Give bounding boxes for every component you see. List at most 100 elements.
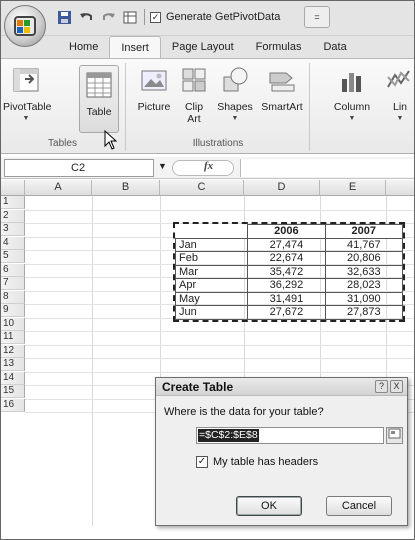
column-header-a[interactable]: A xyxy=(25,180,92,196)
clip-art-label-line1: Clip xyxy=(184,101,204,113)
row-header[interactable]: 3 xyxy=(0,223,25,236)
month-cell[interactable]: Mar xyxy=(174,264,249,279)
column-chart-icon xyxy=(331,65,373,98)
value-cell[interactable]: 27,474 xyxy=(247,237,326,252)
chevron-down-icon[interactable]: ▼ xyxy=(158,161,167,171)
redo-icon[interactable] xyxy=(100,9,117,26)
month-cell[interactable]: Jan xyxy=(174,237,249,252)
gridline xyxy=(25,358,415,359)
close-icon[interactable]: X xyxy=(390,380,403,393)
chevron-down-icon: ▼ xyxy=(348,115,356,122)
row-header[interactable]: 4 xyxy=(0,236,25,250)
ok-button[interactable]: OK xyxy=(236,496,302,516)
range-input[interactable]: =$C$2:$E$8 xyxy=(196,427,384,444)
shapes-icon xyxy=(215,65,255,98)
clip-art-button[interactable]: Clip Art xyxy=(179,65,209,125)
row-header[interactable]: 7 xyxy=(0,277,25,290)
gridline xyxy=(25,371,415,373)
headers-checkbox[interactable]: ✓ xyxy=(196,456,208,468)
value-cell[interactable]: 27,873 xyxy=(324,305,404,320)
column-header-b[interactable]: B xyxy=(92,180,160,196)
tab-home[interactable]: Home xyxy=(58,36,109,58)
data-range[interactable]: 2006 2007 Jan 27,474 41,767 Feb 22,674 20,806 Ma… xyxy=(173,222,405,322)
value-cell[interactable]: 41,767 xyxy=(324,237,404,252)
value-cell[interactable]: 31,491 xyxy=(247,291,326,306)
row-header[interactable]: 8 xyxy=(0,290,25,304)
value-cell[interactable]: 20,806 xyxy=(324,251,404,266)
dialog-title: Create Table xyxy=(162,380,234,394)
collapse-dialog-icon[interactable] xyxy=(386,427,403,444)
month-cell[interactable]: May xyxy=(174,291,249,306)
table-row: Jun 27,672 27,873 xyxy=(174,305,404,320)
formula-input[interactable] xyxy=(240,159,415,177)
chevron-down-icon: ▼ xyxy=(231,115,239,122)
value-cell[interactable]: 36,292 xyxy=(247,278,326,293)
customize-toolbar-dropdown[interactable]: = xyxy=(304,6,330,28)
month-cell[interactable]: Feb xyxy=(174,251,249,266)
column-header-f[interactable] xyxy=(386,180,415,196)
insert-function-icon[interactable]: fx xyxy=(204,160,213,172)
office-button[interactable] xyxy=(4,5,46,47)
row-header[interactable]: 6 xyxy=(0,263,25,277)
month-cell[interactable]: Apr xyxy=(174,278,249,293)
table-row: May 31,491 31,090 xyxy=(174,291,404,306)
row-header[interactable]: 1 xyxy=(0,196,25,209)
name-box[interactable]: C2 xyxy=(4,159,154,177)
select-all-corner[interactable] xyxy=(0,180,25,196)
row-header[interactable]: 13 xyxy=(0,358,25,371)
table-button[interactable]: Table xyxy=(79,65,119,133)
value-cell[interactable]: 27,672 xyxy=(247,305,326,320)
ribbon: PivotTable ▼ Table Tables Picture Clip A… xyxy=(0,58,415,154)
value-cell[interactable]: 35,472 xyxy=(247,264,326,279)
headers-checkbox-label[interactable]: My table has headers xyxy=(213,456,318,468)
help-icon[interactable]: ? xyxy=(375,380,388,393)
row-header[interactable]: 9 xyxy=(0,304,25,317)
month-cell[interactable]: Jun xyxy=(174,305,249,320)
tab-page-layout[interactable]: Page Layout xyxy=(161,36,245,58)
save-icon[interactable] xyxy=(56,9,73,26)
smartart-button[interactable]: SmartArt xyxy=(257,65,307,113)
year-header-cell[interactable]: 2007 xyxy=(324,224,404,239)
cancel-button[interactable]: Cancel xyxy=(326,496,392,516)
toolbar-separator xyxy=(144,9,145,25)
column-header-d[interactable]: D xyxy=(244,180,320,196)
value-cell[interactable]: 32,633 xyxy=(324,264,404,279)
picture-button[interactable]: Picture xyxy=(135,65,173,113)
row-header[interactable]: 10 xyxy=(0,317,25,331)
row-header[interactable]: 15 xyxy=(0,385,25,398)
value-cell[interactable]: 31,090 xyxy=(324,291,404,306)
row-header[interactable]: 12 xyxy=(0,344,25,358)
tab-insert[interactable]: Insert xyxy=(109,36,161,58)
column-header-e[interactable]: E xyxy=(320,180,386,196)
value-cell[interactable]: 22,674 xyxy=(247,251,326,266)
undo-icon[interactable] xyxy=(78,9,95,26)
value-cell[interactable]: 28,023 xyxy=(324,278,404,293)
pivottable-button[interactable]: PivotTable ▼ xyxy=(3,65,51,125)
row-header[interactable]: 11 xyxy=(0,331,25,344)
dialog-prompt: Where is the data for your table? xyxy=(164,406,324,418)
row-header[interactable]: 2 xyxy=(0,209,25,223)
tab-formulas[interactable]: Formulas xyxy=(245,36,313,58)
picture-icon xyxy=(135,65,173,98)
line-label: Lin xyxy=(392,101,407,113)
shapes-label: Shapes xyxy=(217,101,253,113)
dialog-title-bar[interactable]: Create Table ? X xyxy=(156,378,407,396)
line-chart-button[interactable]: Lin ▼ xyxy=(385,65,415,125)
column-chart-button[interactable]: Column ▼ xyxy=(331,65,373,125)
pivot-options-icon[interactable] xyxy=(122,9,139,26)
illustrations-group-label: Illustrations xyxy=(192,138,244,149)
table-corner-cell[interactable] xyxy=(175,224,248,238)
row-header[interactable]: 14 xyxy=(0,371,25,385)
row-header[interactable]: 16 xyxy=(0,398,25,412)
tab-data[interactable]: Data xyxy=(312,36,357,58)
formula-bar: C2 ▼ fx xyxy=(0,157,415,179)
quick-access-toolbar: ✓ Generate GetPivotData xyxy=(56,6,280,28)
shapes-button[interactable]: Shapes ▼ xyxy=(215,65,255,125)
column-header-c[interactable]: C xyxy=(160,180,244,196)
table-row: Mar 35,472 32,633 xyxy=(174,264,404,279)
clip-art-label-line2: Art xyxy=(187,113,201,125)
ribbon-tabs: Home Insert Page Layout Formulas Data xyxy=(58,36,358,58)
year-header-cell[interactable]: 2006 xyxy=(247,224,326,239)
row-header[interactable]: 5 xyxy=(0,250,25,263)
generate-getpivotdata-checkbox[interactable]: ✓ xyxy=(150,11,161,23)
